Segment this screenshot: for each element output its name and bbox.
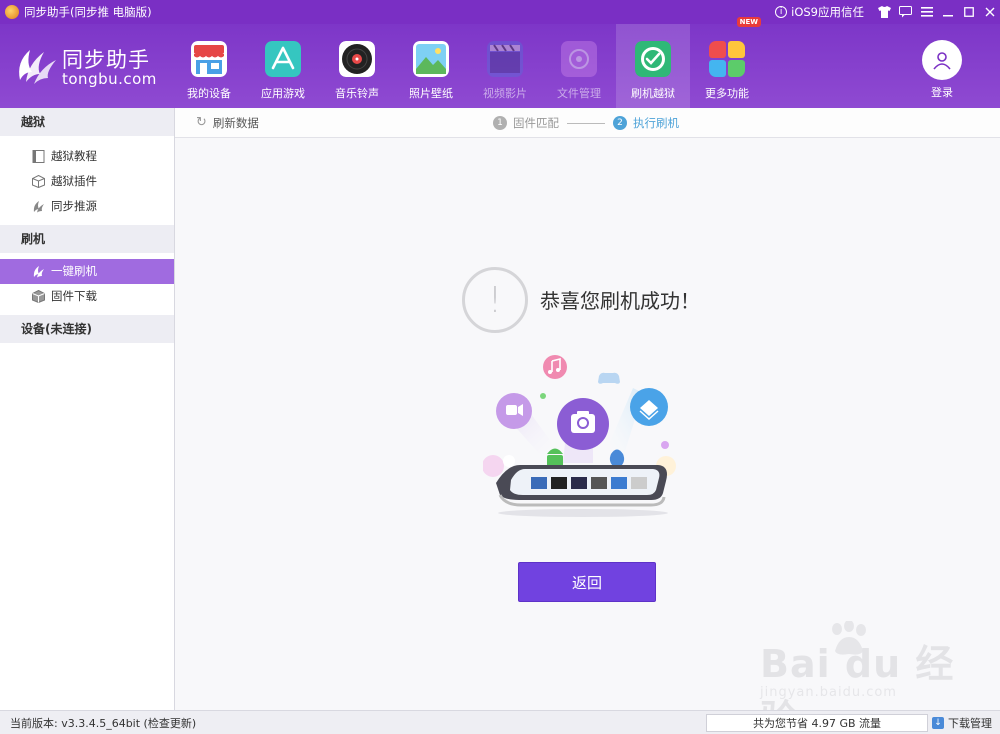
download-manager-button[interactable]: ↓ 下载管理: [932, 715, 992, 731]
main-content: ↻ 刷新数据 1 固件匹配 2 执行刷机 ! 恭喜您刷机成功！ 返回 Bai d…: [175, 108, 1000, 734]
step-label: 固件匹配: [513, 116, 559, 130]
tongbu-icon: [33, 201, 44, 213]
sidebar-item-label: 越狱插件: [51, 174, 97, 188]
nav-apps-games[interactable]: 应用游戏: [246, 24, 320, 108]
sidebar-item-label: 同步推源: [51, 199, 97, 213]
photo-icon: [413, 41, 449, 77]
refresh-label: 刷新数据: [212, 116, 259, 130]
nav-videos[interactable]: 视频影片: [468, 24, 542, 108]
sidebar-section-flash[interactable]: 刷机: [0, 225, 174, 253]
nav-label: 更多功能: [705, 87, 749, 100]
step-firmware-match: 1 固件匹配: [493, 115, 559, 131]
refresh-button[interactable]: ↻ 刷新数据: [196, 108, 259, 138]
watermark-url: jingyan.baidu.com: [760, 685, 897, 700]
nav-my-device[interactable]: 我的设备: [172, 24, 246, 108]
nav-file-management[interactable]: 文件管理: [542, 24, 616, 108]
step-number: 1: [493, 116, 507, 130]
window-title: 同步助手(同步推 电脑版): [24, 5, 152, 19]
file-manager-icon: [561, 41, 597, 77]
exclamation-icon: !: [462, 267, 528, 333]
step-execute-flash: 2 执行刷机: [613, 115, 679, 131]
step-indicator: 1 固件匹配 2 执行刷机: [493, 108, 679, 138]
nav-label: 视频影片: [483, 87, 527, 100]
download-label: 下载管理: [948, 716, 992, 730]
sidebar-section-jailbreak[interactable]: 越狱: [0, 108, 174, 136]
maximize-icon[interactable]: [958, 0, 979, 24]
success-message: 恭喜您刷机成功！: [540, 289, 700, 313]
main-toolbar: 同步助手 tongbu.com 我的设备 应用游戏 音乐铃声 照片壁纸 视频影片…: [0, 17, 1000, 108]
status-bar: 当前版本: v3.3.4.5_64bit (检查更新) 共为您节省 4.97 G…: [0, 710, 1000, 734]
nav-label: 文件管理: [557, 87, 601, 100]
traffic-saved: 共为您节省 4.97 GB 流量: [706, 713, 928, 732]
app-icon: [5, 5, 19, 19]
package-icon: [32, 175, 45, 188]
tongbu-logo-icon: [19, 50, 56, 84]
nav-label: 我的设备: [187, 87, 231, 100]
step-number: 2: [613, 116, 627, 130]
phone-apps-illustration: [483, 355, 676, 517]
back-button[interactable]: 返回: [518, 562, 656, 602]
ios-trust-link[interactable]: i iOS9应用信任: [775, 4, 864, 20]
sidebar-item-label: 一键刷机: [51, 264, 97, 278]
package-icon: [32, 290, 45, 303]
sub-toolbar: ↻ 刷新数据 1 固件匹配 2 执行刷机: [175, 108, 1000, 138]
more-features-icon: [709, 41, 745, 77]
step-label: 执行刷机: [633, 116, 679, 130]
nav-music-ringtones[interactable]: 音乐铃声: [320, 24, 394, 108]
close-icon[interactable]: [979, 0, 1000, 24]
nav-more-features[interactable]: NEW 更多功能: [690, 17, 764, 108]
sidebar-item-firmware-download[interactable]: 固件下载: [0, 284, 174, 309]
nav-flash-jailbreak[interactable]: 刷机越狱: [616, 24, 690, 108]
minimize-icon[interactable]: [937, 0, 958, 24]
baidu-watermark: Bai du 经验 jingyan.baidu.com: [760, 621, 960, 734]
login-label: 登录: [931, 86, 953, 99]
sidebar: 越狱 越狱教程 越狱插件 同步推源 刷机 一键刷机 固件下载 设备(未连接): [0, 108, 175, 710]
download-icon: ↓: [932, 716, 944, 729]
message-icon[interactable]: [895, 0, 916, 24]
user-icon: [922, 40, 962, 80]
flash-jailbreak-icon: [635, 41, 671, 77]
tongbu-icon: [33, 266, 44, 278]
sidebar-item-jailbreak-plugins[interactable]: 越狱插件: [0, 169, 174, 194]
sidebar-item-tongbu-source[interactable]: 同步推源: [0, 194, 174, 219]
sidebar-item-label: 固件下载: [51, 289, 97, 303]
skin-icon[interactable]: [874, 0, 895, 24]
app-store-icon: [265, 41, 301, 77]
sidebar-section-device[interactable]: 设备(未连接): [0, 315, 174, 343]
title-bar: 同步助手(同步推 电脑版) i iOS9应用信任: [0, 0, 1000, 24]
logo-domain: tongbu.com: [62, 70, 157, 88]
version-text[interactable]: 当前版本: v3.3.4.5_64bit (检查更新): [10, 715, 196, 731]
menu-icon[interactable]: [916, 0, 937, 24]
sidebar-item-one-click-flash[interactable]: 一键刷机: [0, 259, 174, 284]
nav-label: 音乐铃声: [335, 87, 379, 100]
new-badge: NEW: [736, 17, 761, 27]
step-connector: [567, 122, 605, 124]
clapperboard-icon: [487, 41, 523, 77]
nav-label: 刷机越狱: [631, 87, 675, 100]
nav-label: 照片壁纸: [409, 87, 453, 100]
logo: 同步助手 tongbu.com: [12, 40, 162, 92]
store-icon: [191, 41, 227, 77]
nav-photos-wallpapers[interactable]: 照片壁纸: [394, 24, 468, 108]
vinyl-record-icon: [339, 41, 375, 77]
ios-trust-label: iOS9应用信任: [791, 5, 864, 19]
info-icon: i: [775, 6, 788, 18]
sidebar-item-jailbreak-tutorial[interactable]: 越狱教程: [0, 144, 174, 169]
refresh-icon: ↻: [196, 115, 207, 130]
nav-label: 应用游戏: [261, 87, 305, 100]
sidebar-item-label: 越狱教程: [51, 149, 97, 163]
login-button[interactable]: 登录: [912, 24, 972, 108]
book-icon: [32, 150, 45, 163]
